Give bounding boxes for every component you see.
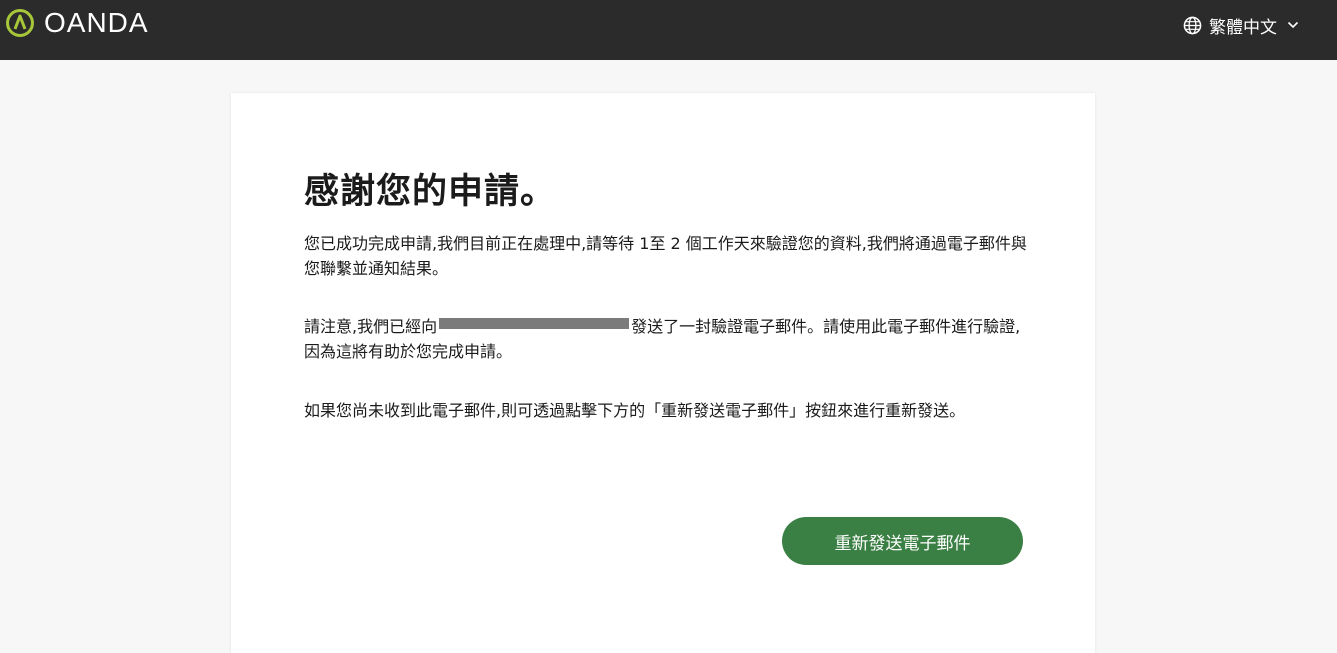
page-title: 感謝您的申請。 bbox=[304, 172, 557, 212]
verification-email-message: 請注意,我們已經向 發送了一封驗證電子郵件。請使用此電子郵件進行驗證,因為這將有助… bbox=[304, 314, 1029, 364]
language-label: 繁體中文 bbox=[1209, 17, 1277, 38]
processing-message: 您已成功完成申請,我們目前正在處理中,請等待 1至 2 個工作天來驗證您的資料,… bbox=[304, 234, 1027, 278]
globe-icon bbox=[1183, 16, 1202, 34]
top-navigation-bar: OANDA 繁體中文 bbox=[0, 0, 1337, 60]
logo-text: OANDA bbox=[44, 7, 149, 38]
resend-instructions: 如果您尚未收到此電子郵件,則可透過點擊下方的「重新發送電子郵件」按鈕來進行重新發… bbox=[304, 401, 966, 420]
resend-email-button[interactable]: 重新發送電子郵件 bbox=[782, 517, 1023, 565]
chevron-down-icon bbox=[1287, 21, 1299, 29]
oanda-logo[interactable]: OANDA bbox=[6, 7, 149, 38]
confirmation-card: 感謝您的申請。 您已成功完成申請,我們目前正在處理中,請等待 1至 2 個工作天… bbox=[231, 93, 1095, 653]
redacted-email-address bbox=[439, 318, 630, 329]
verification-message-start: 請注意,我們已經向 bbox=[304, 317, 438, 336]
oanda-logo-icon bbox=[6, 9, 34, 37]
language-selector[interactable]: 繁體中文 bbox=[1183, 12, 1299, 38]
